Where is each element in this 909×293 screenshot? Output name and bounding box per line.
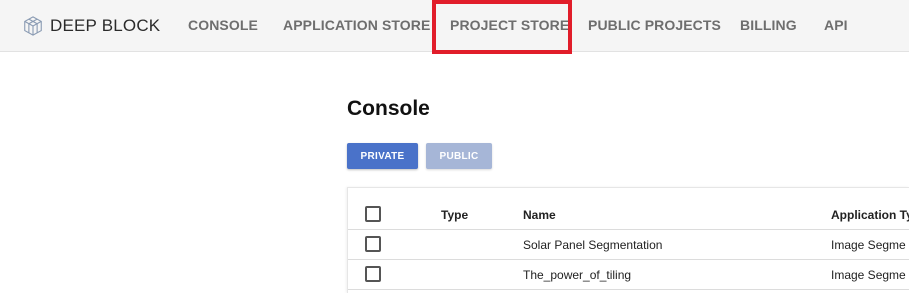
nav-project-store[interactable]: PROJECT STORE (450, 17, 569, 33)
table-row[interactable]: The_power_of_tiling Image Segme (348, 260, 909, 290)
nav-public-projects[interactable]: PUBLIC PROJECTS (588, 17, 721, 33)
row-checkbox[interactable] (365, 236, 381, 252)
select-all-checkbox[interactable] (365, 206, 381, 222)
row-application-type: Image Segme (831, 267, 906, 282)
row-application-type: Image Segme (831, 237, 906, 252)
header-application-type: Application Typ (831, 207, 909, 222)
header-name: Name (523, 207, 556, 222)
brand-name: DEEP BLOCK (50, 16, 161, 35)
top-navbar: DEEP BLOCK CONSOLE APPLICATION STORE PRO… (0, 0, 909, 52)
row-name[interactable]: Solar Panel Segmentation (523, 230, 662, 259)
cube-logo-icon (22, 15, 44, 37)
projects-table: Type Name Application Typ Solar Panel Se… (347, 187, 909, 293)
table-header-row: Type Name Application Typ (348, 200, 909, 230)
page-title: Console (347, 97, 430, 120)
nav-console[interactable]: CONSOLE (188, 17, 258, 33)
nav-billing[interactable]: BILLING (740, 17, 797, 33)
table-row[interactable]: Solar Panel Segmentation Image Segme (348, 230, 909, 260)
private-button[interactable]: PRIVATE (347, 143, 418, 169)
brand-logo[interactable]: DEEP BLOCK (22, 14, 160, 38)
nav-application-store[interactable]: APPLICATION STORE (283, 17, 430, 33)
row-name[interactable]: The_power_of_tiling (523, 260, 631, 289)
public-button[interactable]: PUBLIC (426, 143, 492, 169)
row-checkbox[interactable] (365, 266, 381, 282)
header-type: Type (441, 207, 469, 222)
nav-api[interactable]: API (824, 17, 848, 33)
